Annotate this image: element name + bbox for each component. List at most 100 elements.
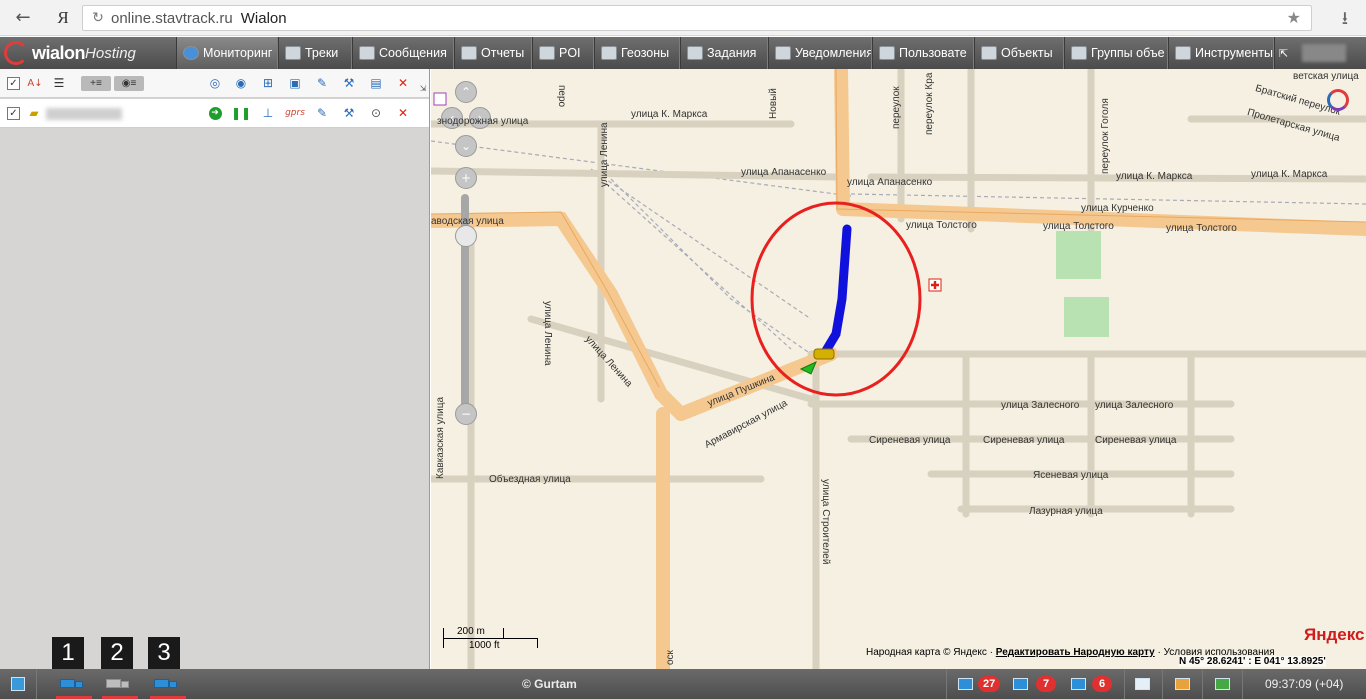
tab-label: Уведомления <box>795 46 872 60</box>
edit-map-link[interactable]: Редактировать Народную карту <box>996 647 1155 658</box>
street-label: улица Апанасенко <box>741 167 827 178</box>
unit-row[interactable]: ✓ ▰ ➜ ❚❚ ⊥ gprs ✎ ⚒ ⊙ ✕ <box>0 99 429 128</box>
gurtam-copyright[interactable]: © Gurtam <box>522 677 577 691</box>
page-title: Wialon <box>240 9 287 27</box>
tab-label: Группы объе <box>1091 46 1165 60</box>
wrench-icon[interactable]: ⚒ <box>340 74 358 92</box>
zoom-in-icon[interactable]: + <box>455 167 477 189</box>
tab-tracks[interactable]: Треки <box>278 37 352 69</box>
panel-toggle-icon[interactable] <box>11 677 25 691</box>
table-icon[interactable]: ▤ <box>367 74 385 92</box>
unit-truck-arrow-icon-3[interactable] <box>150 677 186 699</box>
locate-icon[interactable]: ◎ <box>206 74 224 92</box>
add-group-button[interactable]: +≡ <box>81 76 111 91</box>
panel-expand-icon[interactable]: ⇲ <box>414 79 432 97</box>
truck-icon[interactable]: ▣ <box>286 74 304 92</box>
tab-monitoring[interactable]: Мониторинг <box>176 37 278 69</box>
events-icon[interactable] <box>1013 678 1028 690</box>
street-label: улица Толстого <box>1166 223 1237 234</box>
gprs-icon[interactable]: gprs <box>285 104 305 122</box>
map-view[interactable]: ⌃ ‹ › ⌄ + − улица К. Маркса знодорожная … <box>431 69 1366 669</box>
zoom-out-icon[interactable]: − <box>455 403 477 425</box>
bottom-taskbar: © Gurtam 27 7 6 09:37:09 (+04) <box>0 669 1366 699</box>
go-to-unit-icon[interactable]: ➜ <box>206 104 224 122</box>
tracks-icon <box>285 46 301 60</box>
tab-users[interactable]: Пользовате <box>872 37 974 69</box>
street-label: улица Залесного <box>1001 400 1080 411</box>
tab-tools[interactable]: Инструменты <box>1168 37 1274 69</box>
street-label: улица К. Маркса <box>1251 169 1328 180</box>
events-count-badge[interactable]: 7 <box>1036 676 1056 692</box>
tab-jobs[interactable]: Задания <box>680 37 768 69</box>
pan-up-icon[interactable]: ⌃ <box>455 81 477 103</box>
book-icon[interactable] <box>1135 678 1150 690</box>
pan-down-icon[interactable]: ⌄ <box>455 135 477 157</box>
tab-poi[interactable]: POI <box>532 37 594 69</box>
cursor-coordinates: N 45° 28.6241' : E 041° 13.8925' <box>1179 656 1326 667</box>
toggle-view-button[interactable]: ◉≡ <box>114 76 144 91</box>
tab-unit-groups[interactable]: Группы объе <box>1064 37 1168 69</box>
street-label: Объездная улица <box>489 474 571 485</box>
tab-label: Инструменты <box>1195 46 1273 60</box>
street-label: Сиреневая улица <box>869 435 951 446</box>
geozone-icon <box>601 46 617 60</box>
logo-text: wialon <box>32 42 86 63</box>
pen-icon[interactable]: ✎ <box>313 74 331 92</box>
server-clock: 09:37:09 (+04) <box>1265 677 1344 691</box>
street-label-vertical: улица Строителей <box>820 479 831 565</box>
track-line <box>819 224 852 359</box>
list-icon[interactable]: ☰ <box>50 74 68 92</box>
delete-icon[interactable]: ✕ <box>394 74 412 92</box>
unit-groups-icon <box>1071 46 1087 60</box>
address-bar[interactable]: ↻ online.stavtrack.ru Wialon ★ <box>82 5 1312 31</box>
unit-truck-icon-1[interactable] <box>56 677 92 699</box>
tab-label: Сообщения <box>379 46 447 60</box>
images-count-badge[interactable]: 6 <box>1092 676 1112 692</box>
zoom-slider-handle[interactable] <box>455 225 477 247</box>
select-all-checkbox[interactable]: ✓ <box>7 77 20 90</box>
back-arrow-icon[interactable]: ← <box>10 5 36 31</box>
remove-unit-icon[interactable]: ✕ <box>394 104 412 122</box>
download-icon[interactable]: ⭳ <box>1342 6 1348 36</box>
reports-icon <box>461 46 477 60</box>
user-name-blurred[interactable] <box>1302 44 1346 62</box>
street-label-vertical: переулок Кра <box>924 72 935 135</box>
messages-count-badge[interactable]: 27 <box>978 676 1001 692</box>
images-icon[interactable] <box>1071 678 1086 690</box>
street-label: ветская улица <box>1293 71 1359 82</box>
tab-geozones[interactable]: Геозоны <box>594 37 680 69</box>
pause-icon[interactable]: ❚❚ <box>231 104 251 122</box>
connection-icon[interactable]: ⊥ <box>259 104 277 122</box>
yandex-browser-icon[interactable]: Я <box>50 5 76 31</box>
tab-label: Геозоны <box>621 46 670 60</box>
yandex-logo: Яндекс <box>1304 625 1365 644</box>
signal-icon[interactable]: ◉ <box>232 74 250 92</box>
street-label-vertical: переулок Гоголя <box>1100 98 1111 174</box>
bookmark-star-icon[interactable]: ★ <box>1287 8 1301 27</box>
reload-icon[interactable]: ↻ <box>87 10 109 26</box>
tab-units[interactable]: Объекты <box>974 37 1064 69</box>
tab-reports[interactable]: Отчеты <box>454 37 532 69</box>
street-label-vertical: улица Ленина <box>542 301 553 366</box>
map-canvas <box>431 69 1366 669</box>
tab-notifications[interactable]: Уведомления <box>768 37 872 69</box>
street-label-vertical: Кавказская улица <box>435 396 446 479</box>
unit-checkbox[interactable]: ✓ <box>7 107 20 120</box>
expand-icon[interactable]: ⇱ <box>1274 37 1296 69</box>
network-icon[interactable]: ⊞ <box>259 74 277 92</box>
edit-icon[interactable]: ✎ <box>313 104 331 122</box>
monitoring-panel: ✓ A↓ ☰ +≡ ◉≡ ◎ ◉ ⊞ ▣ ✎ ⚒ ▤ ✕ ⇲ ✓ ▰ ➜ ❚❚ … <box>0 69 430 669</box>
tools-icon <box>1175 46 1191 60</box>
highlight-circle <box>750 201 922 397</box>
calendar-icon[interactable] <box>1175 678 1190 690</box>
unit-truck-name-icon-2[interactable] <box>102 677 138 699</box>
tab-messages[interactable]: Сообщения <box>352 37 454 69</box>
sort-icon[interactable]: A↓ <box>26 74 44 92</box>
map-provider-logo-icon[interactable] <box>1327 89 1349 111</box>
settings-wrench-icon[interactable]: ⚒ <box>340 104 358 122</box>
poi-icon <box>539 46 555 60</box>
tab-label: Пользовате <box>899 46 967 60</box>
dashboard-icon[interactable] <box>1215 678 1230 690</box>
dropdown-icon[interactable]: ⊙ <box>367 104 385 122</box>
messages-icon[interactable] <box>958 678 973 690</box>
